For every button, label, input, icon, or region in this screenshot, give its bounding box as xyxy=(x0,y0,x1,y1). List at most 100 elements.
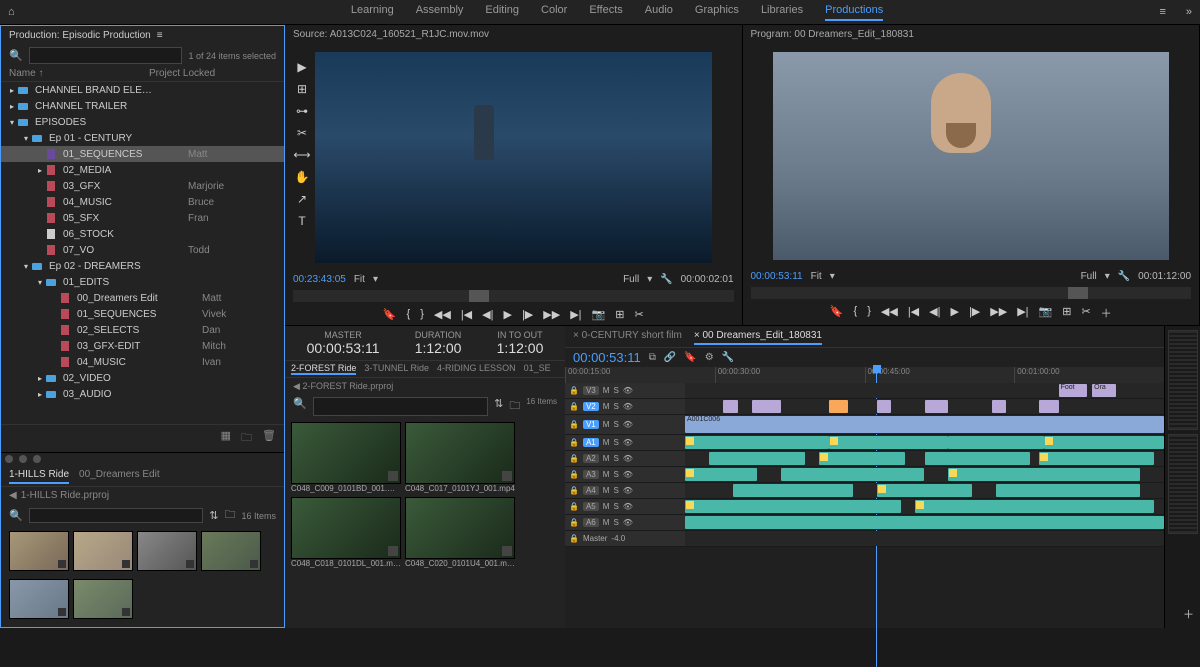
tree-item[interactable]: 01_SEQUENCESVivek xyxy=(1,306,284,322)
transport-button[interactable]: { xyxy=(854,305,858,321)
wrench-icon[interactable]: 🔧 xyxy=(1118,271,1130,282)
panel-menu-icon[interactable]: ≡ xyxy=(157,30,161,41)
workspace-menu-icon[interactable]: ≡ xyxy=(1159,6,1165,18)
tree-item[interactable]: 04_MUSICBruce xyxy=(1,194,284,210)
transport-button[interactable]: ◀| xyxy=(482,308,493,321)
sequence-tab[interactable]: 4-RIDING LESSON xyxy=(437,363,516,375)
clip-thumbnail[interactable] xyxy=(405,497,515,559)
clip[interactable] xyxy=(752,400,781,413)
search-icon[interactable]: 🔍 xyxy=(293,397,307,416)
workspace-tab-effects[interactable]: Effects xyxy=(589,4,622,21)
sequence-search-input[interactable] xyxy=(313,397,488,416)
transport-button[interactable]: ◀| xyxy=(929,305,940,321)
tree-item[interactable]: 06_STOCK xyxy=(1,226,284,242)
clip[interactable] xyxy=(733,484,853,497)
clip[interactable] xyxy=(819,452,905,465)
fit-dropdown[interactable]: Fit xyxy=(811,271,822,282)
clip[interactable] xyxy=(1044,436,1164,449)
lock-icon[interactable]: 🔒 xyxy=(569,402,579,411)
transport-button[interactable]: ◀◀ xyxy=(881,305,898,321)
clip[interactable] xyxy=(709,452,805,465)
tool-button[interactable]: ⊞ xyxy=(292,82,312,96)
clip[interactable] xyxy=(925,452,1030,465)
track-V1[interactable]: 🔒 V1 MS👁A001C006 xyxy=(565,415,1164,435)
program-viewport[interactable] xyxy=(773,52,1170,260)
workspace-tab-learning[interactable]: Learning xyxy=(351,4,394,21)
hills-clip-thumb[interactable] xyxy=(73,579,133,619)
bin-tab[interactable]: 1-HILLS Ride xyxy=(9,467,69,484)
transport-button[interactable]: { xyxy=(407,308,411,321)
tree-item[interactable]: ▾EPISODES xyxy=(1,114,284,130)
eye-icon[interactable]: 👁 xyxy=(623,486,633,495)
clip[interactable] xyxy=(948,468,1140,481)
transport-button[interactable]: 🔖 xyxy=(830,305,844,321)
sequence-tab[interactable]: 01_SE xyxy=(524,363,551,375)
marker-icon[interactable]: 🔖 xyxy=(684,352,696,363)
workspace-tab-assembly[interactable]: Assembly xyxy=(416,4,464,21)
link-icon[interactable]: 🔗 xyxy=(664,352,676,363)
lock-icon[interactable]: 🔒 xyxy=(569,518,579,527)
hills-clip-thumb[interactable] xyxy=(9,579,69,619)
transport-button[interactable]: |◀ xyxy=(461,308,472,321)
source-tc[interactable]: 00:23:43:05 xyxy=(293,274,346,285)
clip[interactable] xyxy=(925,400,949,413)
clip[interactable]: Ora xyxy=(1092,384,1116,397)
sort-icon[interactable]: ⇅ xyxy=(494,397,503,416)
back-icon[interactable]: ◀ xyxy=(9,490,17,501)
tool-button[interactable]: ✋ xyxy=(292,170,312,184)
timeline-tracks[interactable]: 🔒 V3 MS👁FootOra🔒 V2 MS👁🔒 V1 MS👁A001C006🔒… xyxy=(565,383,1164,628)
clip[interactable] xyxy=(685,436,829,449)
tree-item[interactable]: 04_MUSICIvan xyxy=(1,354,284,370)
timeline-tc[interactable]: 00:00:53:11 xyxy=(573,350,641,365)
hills-clip-thumb[interactable] xyxy=(9,531,69,571)
sort-icon[interactable]: ⇅ xyxy=(209,509,218,522)
workspace-tab-graphics[interactable]: Graphics xyxy=(695,4,739,21)
transport-button[interactable]: ▶ xyxy=(503,308,511,321)
transport-button[interactable]: |◀ xyxy=(908,305,919,321)
overflow-icon[interactable]: » xyxy=(1186,6,1192,18)
clip[interactable] xyxy=(723,400,737,413)
tree-item[interactable]: ▸02_VIDEO xyxy=(1,370,284,386)
tool-button[interactable]: ↗ xyxy=(292,192,312,206)
track-A4[interactable]: 🔒 A4 MS👁 xyxy=(565,483,1164,499)
clip[interactable] xyxy=(996,484,1140,497)
col-name[interactable]: Name ↑ xyxy=(9,68,149,79)
full-dropdown[interactable]: Full xyxy=(1081,271,1097,282)
production-search-input[interactable] xyxy=(29,47,183,64)
transport-button[interactable]: } xyxy=(420,308,424,321)
new-folder-icon[interactable]: 🗀 xyxy=(241,429,252,448)
wrench-icon[interactable]: 🔧 xyxy=(722,352,734,363)
transport-button[interactable]: ⊞ xyxy=(615,308,624,321)
chevron-down-icon[interactable]: ▾ xyxy=(373,274,378,285)
workspace-tab-audio[interactable]: Audio xyxy=(645,4,673,21)
program-tc[interactable]: 00:00:53:11 xyxy=(751,271,803,282)
clip[interactable] xyxy=(948,436,1044,449)
transport-button[interactable]: ▶▶ xyxy=(543,308,560,321)
tree-item[interactable]: 01_SEQUENCESMatt xyxy=(1,146,284,162)
clip[interactable] xyxy=(781,468,925,481)
clip[interactable]: Foot xyxy=(1059,384,1088,397)
hills-clip-thumb[interactable] xyxy=(137,531,197,571)
clip[interactable] xyxy=(829,436,949,449)
transport-button[interactable]: } xyxy=(867,305,871,321)
timeline-tab[interactable]: × 00 Dreamers_Edit_180831 xyxy=(694,328,822,345)
tool-button[interactable]: T xyxy=(292,214,312,228)
transport-button[interactable]: |▶ xyxy=(522,308,533,321)
tree-item[interactable]: ▸02_MEDIA xyxy=(1,162,284,178)
chevron-down-icon[interactable]: ▾ xyxy=(647,274,652,285)
transport-button[interactable]: 📷 xyxy=(592,308,606,321)
tree-item[interactable]: ▸CHANNEL TRAILER xyxy=(1,98,284,114)
tool-button[interactable]: ⊶ xyxy=(292,104,312,118)
clip[interactable] xyxy=(1039,400,1058,413)
clip[interactable] xyxy=(685,468,757,481)
timeline-tab[interactable]: × 0-CENTURY short film xyxy=(573,328,682,345)
lock-icon[interactable]: 🔒 xyxy=(569,420,579,429)
clip[interactable] xyxy=(685,516,1164,529)
tree-item[interactable]: 00_Dreamers EditMatt xyxy=(1,290,284,306)
transport-button[interactable]: |▶ xyxy=(969,305,980,321)
transport-button[interactable]: ⊞ xyxy=(1062,305,1071,321)
lock-icon[interactable]: 🔒 xyxy=(569,386,579,395)
bin-tab[interactable]: 00_Dreamers Edit xyxy=(79,467,160,484)
eye-icon[interactable]: 👁 xyxy=(623,438,633,447)
hills-clip-thumb[interactable] xyxy=(201,531,261,571)
